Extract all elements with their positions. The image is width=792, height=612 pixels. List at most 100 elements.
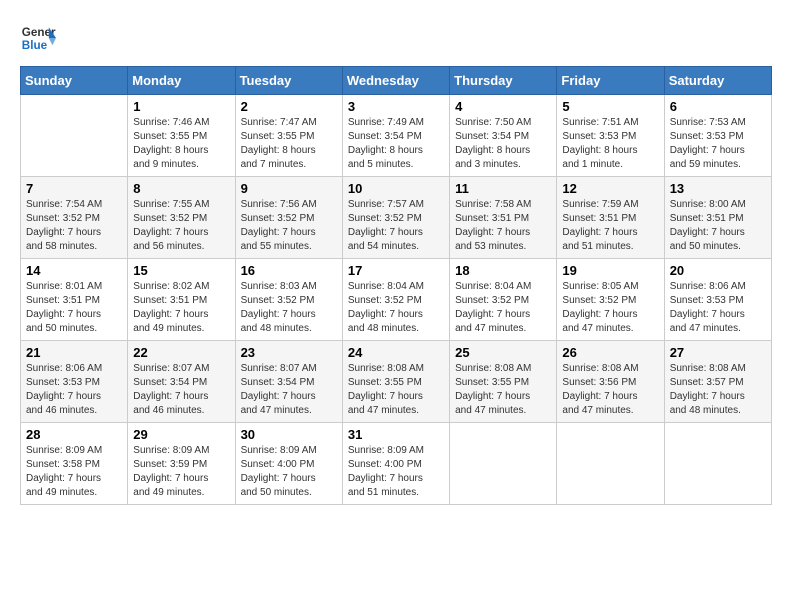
calendar-cell: 29 Sunrise: 8:09 AM Sunset: 3:59 PM Dayli… [128, 423, 235, 505]
calendar-cell: 4Sunrise: 7:50 AM Sunset: 3:54 PM Daylig… [450, 95, 557, 177]
calendar-cell: 12Sunrise: 7:59 AM Sunset: 3:51 PM Dayli… [557, 177, 664, 259]
day-number: 11 [455, 181, 551, 196]
day-info: Sunrise: 8:00 AM Sunset: 3:51 PM Dayligh… [670, 198, 766, 254]
header-wednesday: Wednesday [342, 67, 449, 95]
calendar-cell: 16 Sunrise: 8:03 AM Sunset: 3:52 PM Dayli… [235, 259, 342, 341]
calendar-cell: 2 Sunrise: 7:47 AM Sunset: 3:55 PM Daylig… [235, 95, 342, 177]
week-row-5: 28 Sunrise: 8:09 AM Sunset: 3:58 PM Dayli… [21, 423, 772, 505]
day-number: 1 [133, 99, 229, 114]
header-friday: Friday [557, 67, 664, 95]
day-info: Sunrise: 8:05 AM Sunset: 3:52 PM Dayligh… [562, 280, 658, 336]
day-number: 28 [26, 427, 122, 442]
day-number: 26 [562, 345, 658, 360]
calendar-cell: 18 Sunrise: 8:04 AM Sunset: 3:52 PM Dayli… [450, 259, 557, 341]
days-of-week-row: SundayMondayTuesdayWednesdayThursdayFrid… [21, 67, 772, 95]
calendar-cell: 23 Sunrise: 8:07 AM Sunset: 3:54 PM Dayli… [235, 341, 342, 423]
calendar-cell: 25 Sunrise: 8:08 AM Sunset: 3:55 PM Dayli… [450, 341, 557, 423]
calendar-cell [557, 423, 664, 505]
day-info: Sunrise: 7:51 AM Sunset: 3:53 PM Dayligh… [562, 116, 658, 172]
day-number: 18 [455, 263, 551, 278]
calendar-cell: 20Sunrise: 8:06 AM Sunset: 3:53 PM Dayli… [664, 259, 771, 341]
calendar-cell: 13 Sunrise: 8:00 AM Sunset: 3:51 PM Dayli… [664, 177, 771, 259]
day-number: 17 [348, 263, 444, 278]
day-number: 27 [670, 345, 766, 360]
day-number: 10 [348, 181, 444, 196]
day-info: Sunrise: 7:54 AM Sunset: 3:52 PM Dayligh… [26, 198, 122, 254]
day-number: 5 [562, 99, 658, 114]
day-number: 16 [241, 263, 337, 278]
day-info: Sunrise: 8:01 AM Sunset: 3:51 PM Dayligh… [26, 280, 122, 336]
svg-text:Blue: Blue [22, 39, 48, 52]
day-info: Sunrise: 7:53 AM Sunset: 3:53 PM Dayligh… [670, 116, 766, 172]
calendar-table: SundayMondayTuesdayWednesdayThursdayFrid… [20, 66, 772, 505]
day-info: Sunrise: 7:55 AM Sunset: 3:52 PM Dayligh… [133, 198, 229, 254]
day-number: 22 [133, 345, 229, 360]
day-info: Sunrise: 8:08 AM Sunset: 3:55 PM Dayligh… [348, 362, 444, 418]
week-row-1: 1 Sunrise: 7:46 AM Sunset: 3:55 PM Daylig… [21, 95, 772, 177]
day-number: 21 [26, 345, 122, 360]
day-info: Sunrise: 8:09 AM Sunset: 3:58 PM Dayligh… [26, 444, 122, 500]
header-tuesday: Tuesday [235, 67, 342, 95]
day-number: 31 [348, 427, 444, 442]
calendar-cell: 27 Sunrise: 8:08 AM Sunset: 3:57 PM Dayli… [664, 341, 771, 423]
day-number: 30 [241, 427, 337, 442]
calendar-cell [21, 95, 128, 177]
day-info: Sunrise: 8:08 AM Sunset: 3:56 PM Dayligh… [562, 362, 658, 418]
day-number: 29 [133, 427, 229, 442]
day-number: 19 [562, 263, 658, 278]
calendar-cell: 19 Sunrise: 8:05 AM Sunset: 3:52 PM Dayli… [557, 259, 664, 341]
week-row-4: 21 Sunrise: 8:06 AM Sunset: 3:53 PM Dayli… [21, 341, 772, 423]
day-info: Sunrise: 8:07 AM Sunset: 3:54 PM Dayligh… [133, 362, 229, 418]
calendar-cell: 28 Sunrise: 8:09 AM Sunset: 3:58 PM Dayli… [21, 423, 128, 505]
day-number: 15 [133, 263, 229, 278]
calendar-cell: 1 Sunrise: 7:46 AM Sunset: 3:55 PM Daylig… [128, 95, 235, 177]
day-info: Sunrise: 8:04 AM Sunset: 3:52 PM Dayligh… [455, 280, 551, 336]
day-number: 4 [455, 99, 551, 114]
calendar-cell: 24 Sunrise: 8:08 AM Sunset: 3:55 PM Dayli… [342, 341, 449, 423]
calendar-cell: 21 Sunrise: 8:06 AM Sunset: 3:53 PM Dayli… [21, 341, 128, 423]
calendar-header: SundayMondayTuesdayWednesdayThursdayFrid… [21, 67, 772, 95]
header-saturday: Saturday [664, 67, 771, 95]
day-info: Sunrise: 8:09 AM Sunset: 3:59 PM Dayligh… [133, 444, 229, 500]
header-thursday: Thursday [450, 67, 557, 95]
calendar-cell: 14Sunrise: 8:01 AM Sunset: 3:51 PM Dayli… [21, 259, 128, 341]
calendar-cell: 15 Sunrise: 8:02 AM Sunset: 3:51 PM Dayli… [128, 259, 235, 341]
calendar-cell: 5 Sunrise: 7:51 AM Sunset: 3:53 PM Daylig… [557, 95, 664, 177]
calendar-cell: 22 Sunrise: 8:07 AM Sunset: 3:54 PM Dayli… [128, 341, 235, 423]
day-number: 13 [670, 181, 766, 196]
day-number: 6 [670, 99, 766, 114]
calendar-cell [450, 423, 557, 505]
day-number: 9 [241, 181, 337, 196]
day-number: 20 [670, 263, 766, 278]
day-info: Sunrise: 8:06 AM Sunset: 3:53 PM Dayligh… [26, 362, 122, 418]
day-info: Sunrise: 7:58 AM Sunset: 3:51 PM Dayligh… [455, 198, 551, 254]
day-info: Sunrise: 8:08 AM Sunset: 3:57 PM Dayligh… [670, 362, 766, 418]
logo-icon: General Blue [20, 20, 56, 56]
day-number: 24 [348, 345, 444, 360]
header-monday: Monday [128, 67, 235, 95]
day-number: 2 [241, 99, 337, 114]
day-number: 3 [348, 99, 444, 114]
day-info: Sunrise: 8:04 AM Sunset: 3:52 PM Dayligh… [348, 280, 444, 336]
calendar-cell: 17 Sunrise: 8:04 AM Sunset: 3:52 PM Dayli… [342, 259, 449, 341]
day-info: Sunrise: 8:07 AM Sunset: 3:54 PM Dayligh… [241, 362, 337, 418]
calendar-cell: 10Sunrise: 7:57 AM Sunset: 3:52 PM Dayli… [342, 177, 449, 259]
calendar-cell: 9Sunrise: 7:56 AM Sunset: 3:52 PM Daylig… [235, 177, 342, 259]
calendar-cell [664, 423, 771, 505]
day-info: Sunrise: 8:02 AM Sunset: 3:51 PM Dayligh… [133, 280, 229, 336]
day-info: Sunrise: 7:47 AM Sunset: 3:55 PM Dayligh… [241, 116, 337, 172]
day-info: Sunrise: 8:08 AM Sunset: 3:55 PM Dayligh… [455, 362, 551, 418]
page-header: General Blue [20, 20, 772, 56]
calendar-cell: 31Sunrise: 8:09 AM Sunset: 4:00 PM Dayli… [342, 423, 449, 505]
calendar-cell: 11 Sunrise: 7:58 AM Sunset: 3:51 PM Dayli… [450, 177, 557, 259]
calendar-cell: 7Sunrise: 7:54 AM Sunset: 3:52 PM Daylig… [21, 177, 128, 259]
day-number: 23 [241, 345, 337, 360]
day-number: 25 [455, 345, 551, 360]
day-info: Sunrise: 7:49 AM Sunset: 3:54 PM Dayligh… [348, 116, 444, 172]
day-info: Sunrise: 8:03 AM Sunset: 3:52 PM Dayligh… [241, 280, 337, 336]
calendar-cell: 26 Sunrise: 8:08 AM Sunset: 3:56 PM Dayli… [557, 341, 664, 423]
day-info: Sunrise: 7:46 AM Sunset: 3:55 PM Dayligh… [133, 116, 229, 172]
day-number: 8 [133, 181, 229, 196]
calendar-cell: 30Sunrise: 8:09 AM Sunset: 4:00 PM Dayli… [235, 423, 342, 505]
day-info: Sunrise: 7:59 AM Sunset: 3:51 PM Dayligh… [562, 198, 658, 254]
